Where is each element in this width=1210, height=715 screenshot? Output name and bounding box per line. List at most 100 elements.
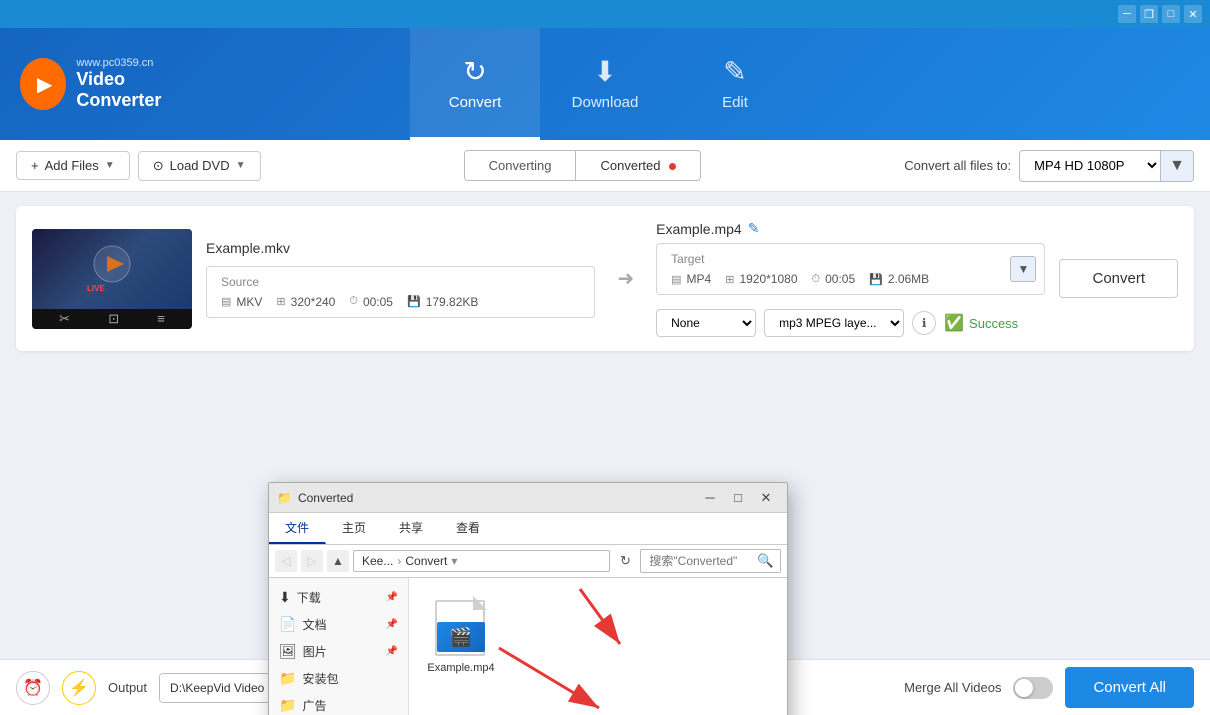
ribbon-tab-view[interactable]: 查看 bbox=[440, 513, 497, 544]
app-logo bbox=[20, 58, 66, 110]
speed-button[interactable]: ⚡ bbox=[62, 671, 96, 705]
explorer-title-text: 📁 Converted bbox=[277, 491, 697, 505]
tab-converting[interactable]: Converting bbox=[465, 151, 577, 180]
explorer-ribbon: 文件 主页 共享 查看 bbox=[269, 513, 787, 545]
source-duration-value: 00:05 bbox=[363, 295, 393, 309]
add-files-label: Add Files bbox=[45, 158, 99, 173]
pictures-icon: 🖼 bbox=[279, 643, 297, 660]
nav-item-ads[interactable]: 📁 广告 bbox=[269, 692, 408, 715]
target-format-arrow[interactable]: ▼ bbox=[1010, 256, 1036, 282]
nav-item-documents-label: 文档 bbox=[302, 616, 326, 633]
target-details: ▤ MP4 ⊞ 1920*1080 ⏱ 00:05 bbox=[671, 272, 929, 286]
explorer-folder-icon: 📁 bbox=[277, 491, 292, 505]
address-path[interactable]: Kee... › Convert ▾ bbox=[353, 550, 610, 572]
ribbon-tab-share-label: 共享 bbox=[399, 521, 423, 535]
plus-icon: + bbox=[31, 158, 39, 173]
target-resolution: ⊞ 1920*1080 bbox=[725, 272, 797, 286]
svg-text:LIVE: LIVE bbox=[87, 284, 105, 293]
settings-icon[interactable]: ≡ bbox=[157, 311, 165, 326]
explorer-title-label: Converted bbox=[298, 491, 353, 505]
resolution-icon: ⊞ bbox=[276, 295, 285, 308]
folder-icon-1: 📁 bbox=[279, 670, 296, 687]
add-files-button[interactable]: + Add Files ▼ bbox=[16, 151, 130, 180]
nav-item-documents[interactable]: 📄 文档 📌 bbox=[269, 611, 408, 638]
tab-convert-label: Convert bbox=[449, 94, 502, 111]
explorer-close-button[interactable]: ✕ bbox=[753, 487, 779, 509]
subtitle-select[interactable]: None bbox=[656, 309, 756, 337]
format-select-arrow-icon[interactable]: ▼ bbox=[1160, 151, 1193, 181]
audio-select[interactable]: mp3 MPEG laye... bbox=[764, 309, 904, 337]
forward-button[interactable]: ▷ bbox=[301, 550, 323, 572]
file-list: 🎬 Example.mp4 bbox=[421, 590, 775, 680]
target-resolution-value: 1920*1080 bbox=[739, 272, 797, 286]
target-label-group: Target ▤ MP4 ⊞ 1920*1080 bbox=[671, 252, 929, 286]
thumbnail-controls: ✂ ⊡ ≡ bbox=[32, 309, 192, 329]
convert-all-button[interactable]: Convert All bbox=[1065, 667, 1194, 708]
minimize-button[interactable]: ─ bbox=[1118, 5, 1136, 23]
source-filename: Example.mkv bbox=[206, 240, 290, 256]
convert-button[interactable]: Convert bbox=[1059, 259, 1178, 298]
file-item-row: LIVE ✂ ⊡ ≡ Example.mkv Source bbox=[16, 206, 1194, 351]
format-selector[interactable]: MP4 HD 1080P ▼ bbox=[1019, 150, 1194, 182]
refresh-button[interactable]: ↻ bbox=[614, 550, 636, 572]
nav-item-installer[interactable]: 📁 安装包 bbox=[269, 665, 408, 692]
ribbon-tab-files[interactable]: 文件 bbox=[269, 513, 326, 544]
convert-all-to-label: Convert all files to: bbox=[904, 158, 1011, 173]
cut-icon[interactable]: ✂ bbox=[59, 311, 70, 327]
close-button[interactable]: ✕ bbox=[1184, 5, 1202, 23]
film-icon: ▤ bbox=[221, 295, 231, 308]
explorer-dialog: 📁 Converted ─ □ ✕ 文件 主页 共享 bbox=[268, 482, 788, 715]
edit-filename-icon[interactable]: ✎ bbox=[748, 220, 760, 237]
up-button[interactable]: ▲ bbox=[327, 550, 349, 572]
search-button[interactable]: 🔍 bbox=[751, 550, 780, 572]
success-badge: ✅ Success bbox=[944, 313, 1018, 333]
app-header: www.pc0359.cn Video Converter ↻ Convert … bbox=[0, 28, 1210, 140]
nav-item-pictures[interactable]: 🖼 图片 📌 bbox=[269, 638, 408, 665]
nav-item-downloads[interactable]: ⬇ 下载 📌 bbox=[269, 584, 408, 611]
explorer-minimize-button[interactable]: ─ bbox=[697, 487, 723, 509]
source-format-value: MKV bbox=[236, 295, 262, 309]
back-button[interactable]: ◁ bbox=[275, 550, 297, 572]
downloads-icon: ⬇ bbox=[279, 589, 291, 606]
merge-toggle[interactable] bbox=[1013, 677, 1053, 699]
source-resolution-value: 320*240 bbox=[291, 295, 336, 309]
restore-button[interactable]: ❐ bbox=[1140, 5, 1158, 23]
content-area: LIVE ✂ ⊡ ≡ Example.mkv Source bbox=[0, 192, 1210, 715]
thumbnail-graphic: LIVE bbox=[82, 239, 142, 299]
maximize-button[interactable]: □ bbox=[1162, 5, 1180, 23]
toolbar: + Add Files ▼ ⊙ Load DVD ▼ Converting Co… bbox=[0, 140, 1210, 192]
path-dropdown-icon: ▾ bbox=[451, 554, 457, 568]
ribbon-tab-share[interactable]: 共享 bbox=[383, 513, 440, 544]
target-resolution-icon: ⊞ bbox=[725, 273, 734, 286]
tab-edit[interactable]: ✎ Edit bbox=[670, 28, 800, 140]
search-input[interactable] bbox=[641, 551, 751, 571]
schedule-button[interactable]: ⏰ bbox=[16, 671, 50, 705]
tab-converted[interactable]: Converted bbox=[576, 151, 700, 180]
target-film-icon: ▤ bbox=[671, 273, 681, 286]
pin-icon-downloads: 📌 bbox=[386, 592, 398, 603]
load-dvd-button[interactable]: ⊙ Load DVD ▼ bbox=[138, 151, 261, 181]
source-details: ▤ MKV ⊞ 320*240 ⏱ 00:05 bbox=[221, 295, 478, 309]
target-duration: ⏱ 00:05 bbox=[812, 272, 856, 286]
format-select-input[interactable]: MP4 HD 1080P bbox=[1020, 151, 1160, 180]
info-button[interactable]: ℹ bbox=[912, 311, 936, 335]
target-format: ▤ MP4 bbox=[671, 272, 711, 286]
video-thumbnail: LIVE ✂ ⊡ ≡ bbox=[32, 229, 192, 329]
path-separator-icon: › bbox=[397, 554, 401, 568]
target-file-icon: 💾 bbox=[869, 273, 883, 286]
ribbon-tab-home[interactable]: 主页 bbox=[326, 513, 383, 544]
target-filename: Example.mp4 bbox=[656, 221, 742, 237]
list-item[interactable]: 🎬 Example.mp4 bbox=[421, 590, 501, 680]
folder-icon-2: 📁 bbox=[279, 697, 296, 714]
explorer-maximize-button[interactable]: □ bbox=[725, 487, 751, 509]
toggle-knob bbox=[1015, 679, 1033, 697]
tab-convert[interactable]: ↻ Convert bbox=[410, 28, 540, 140]
edit-icon: ✎ bbox=[723, 55, 746, 88]
tab-download[interactable]: ⬇ Download bbox=[540, 28, 670, 140]
convert-arrow-icon: ➜ bbox=[609, 266, 642, 291]
converting-label: Converting bbox=[489, 158, 552, 173]
explorer-title-bar: 📁 Converted ─ □ ✕ bbox=[269, 483, 787, 513]
crop-icon[interactable]: ⊡ bbox=[108, 311, 119, 327]
nav-tabs: ↻ Convert ⬇ Download ✎ Edit bbox=[200, 28, 1010, 140]
window-controls: ─ ❐ □ ✕ bbox=[1118, 5, 1202, 23]
